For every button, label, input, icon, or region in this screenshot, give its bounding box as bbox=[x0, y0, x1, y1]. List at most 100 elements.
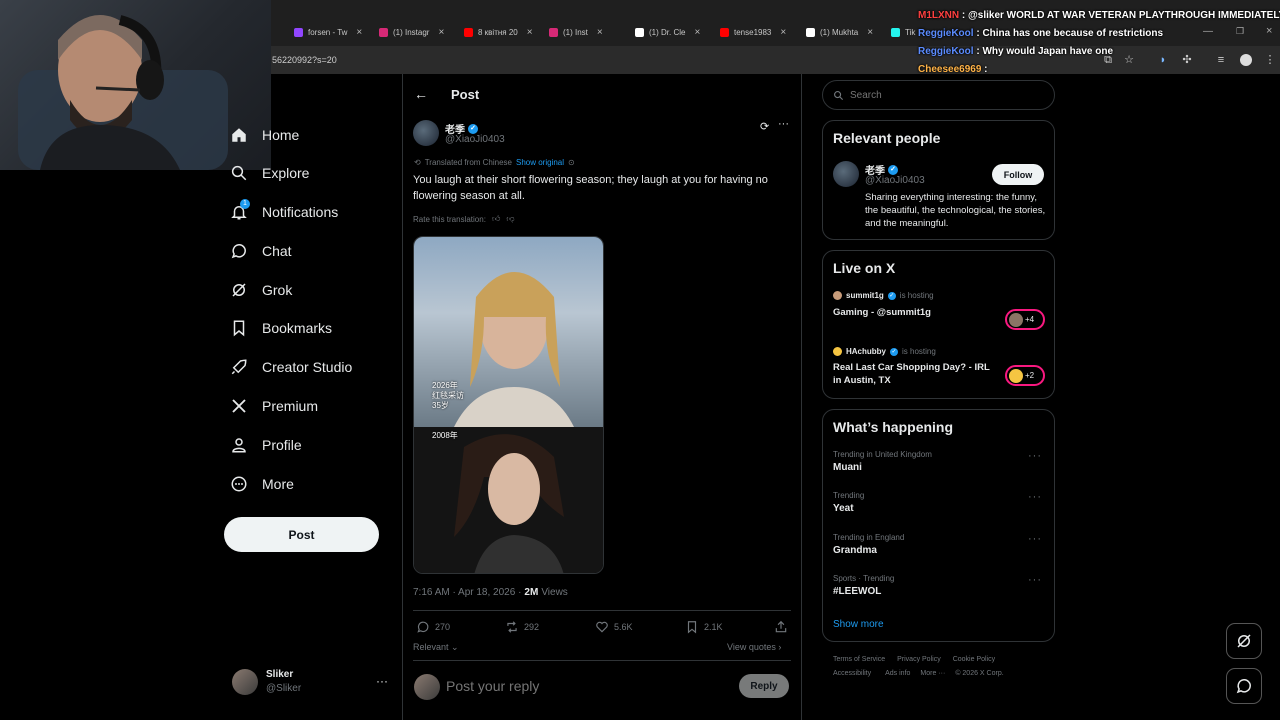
trend-item[interactable]: Trending in United Kingdom Muani bbox=[833, 450, 1043, 473]
post-timestamp[interactable]: 7:16 AM · Apr 18, 2026 · bbox=[413, 587, 521, 598]
person-icon bbox=[232, 438, 246, 453]
sidebar-item-home[interactable]: Home bbox=[230, 120, 299, 150]
show-original-link[interactable]: Show original bbox=[516, 158, 564, 167]
trend-more-icon[interactable]: ··· bbox=[1028, 574, 1042, 586]
sidebar-item-notifications[interactable]: 1 Notifications bbox=[230, 197, 338, 227]
view-quotes-link[interactable]: View quotes › bbox=[727, 642, 781, 652]
browser-tab[interactable]: Tik bbox=[891, 22, 921, 42]
chat-message: : Why would Japan have one bbox=[976, 46, 1114, 57]
window-restore-icon[interactable]: ❐ bbox=[1236, 26, 1244, 37]
extensions-puzzle-icon[interactable]: ✣ bbox=[1181, 54, 1193, 66]
footer-link[interactable]: Accessibility bbox=[833, 670, 871, 677]
bookmark-star-icon[interactable]: ☆ bbox=[1123, 54, 1135, 66]
browser-menu-icon[interactable]: ⋮ bbox=[1264, 54, 1276, 66]
trend-item[interactable]: Sports · Trending #LEEWOL bbox=[833, 574, 1043, 597]
show-more-link[interactable]: Show more bbox=[833, 619, 884, 630]
browser-tab[interactable]: (1) Dr. Cle × bbox=[635, 22, 707, 42]
grok-explain-icon[interactable]: ⟳ bbox=[760, 120, 769, 133]
url-text[interactable]: 56220992?s=20 bbox=[272, 55, 337, 65]
search-bar[interactable] bbox=[822, 80, 1055, 110]
sidebar-item-profile[interactable]: Profile bbox=[230, 430, 302, 460]
reply-action[interactable]: 270 bbox=[416, 620, 450, 634]
tab-close-icon[interactable]: × bbox=[597, 27, 603, 38]
divider bbox=[413, 660, 791, 661]
window-close-icon[interactable]: × bbox=[1266, 25, 1272, 37]
browser-tab[interactable]: (1) Inst × bbox=[549, 22, 621, 42]
footer-link[interactable]: Terms of Service bbox=[833, 656, 885, 663]
grok-fab[interactable] bbox=[1226, 623, 1262, 659]
search-input[interactable] bbox=[850, 89, 1030, 101]
trend-more-icon[interactable]: ··· bbox=[1028, 533, 1042, 545]
globe-icon: ⊙ bbox=[568, 158, 575, 167]
post-more-icon[interactable]: ··· bbox=[778, 118, 789, 130]
relevant-people-card: Relevant people 老季 ✓ @XiaoJi0403 Follow … bbox=[822, 120, 1055, 240]
extension-icon[interactable]: ◗ bbox=[1157, 54, 1169, 66]
grok-icon bbox=[232, 283, 246, 297]
translate-icon: ⟲ bbox=[414, 158, 421, 167]
sidebar-item-creator-studio[interactable]: Creator Studio bbox=[230, 352, 352, 382]
back-arrow-icon[interactable]: ← bbox=[414, 86, 428, 102]
tab-close-icon[interactable]: × bbox=[694, 27, 700, 38]
footer-link[interactable]: More ··· bbox=[920, 670, 945, 677]
copyright: © 2026 X Corp. bbox=[955, 670, 1004, 677]
trend-item[interactable]: Trending in England Grandma bbox=[833, 533, 1043, 556]
reply-input[interactable] bbox=[446, 676, 716, 696]
author-handle[interactable]: @XiaoJi0403 bbox=[445, 134, 505, 145]
post-media[interactable]: 2026年 红毯采访 35岁 2008年 bbox=[413, 236, 604, 574]
profile-avatar-icon[interactable] bbox=[1240, 54, 1252, 66]
sidebar-item-chat[interactable]: Chat bbox=[230, 236, 292, 266]
sidebar-item-bookmarks[interactable]: Bookmarks bbox=[230, 313, 332, 343]
media-frame-top: 2026年 红毯采访 35岁 bbox=[414, 237, 603, 427]
tab-close-icon[interactable]: × bbox=[780, 27, 786, 38]
tab-close-icon[interactable]: × bbox=[438, 27, 444, 38]
browser-tab[interactable]: (1) Mukhta × bbox=[806, 22, 878, 42]
trend-more-icon[interactable]: ··· bbox=[1028, 450, 1042, 462]
browser-tab[interactable]: forsen - Tw × bbox=[294, 22, 364, 42]
sidebar-item-premium[interactable]: Premium bbox=[230, 391, 318, 421]
trend-more-icon[interactable]: ··· bbox=[1028, 491, 1042, 503]
live-participants[interactable]: +2 bbox=[1005, 365, 1045, 386]
account-menu-icon[interactable]: ··· bbox=[376, 674, 388, 688]
post-button[interactable]: Post bbox=[224, 517, 379, 552]
views-label: Views bbox=[541, 587, 568, 598]
sidebar-item-grok[interactable]: Grok bbox=[230, 275, 292, 305]
verified-badge-icon: ✓ bbox=[887, 291, 896, 300]
reading-list-icon[interactable]: ≡ bbox=[1215, 54, 1227, 66]
live-on-x-card: Live on X summit1g ✓ is hosting Gaming -… bbox=[822, 250, 1055, 399]
x-logo-icon bbox=[232, 399, 246, 413]
tab-favicon-icon bbox=[379, 27, 388, 37]
author-avatar[interactable] bbox=[413, 120, 439, 146]
thumbs-down-icon[interactable]: 👎︎ bbox=[506, 214, 514, 224]
reply-sort-dropdown[interactable]: Relevant ⌄ bbox=[413, 642, 459, 653]
messages-fab[interactable] bbox=[1226, 668, 1262, 704]
follow-button[interactable]: Follow bbox=[992, 164, 1044, 185]
thumbs-up-icon[interactable]: 👍︎ bbox=[492, 214, 500, 224]
tab-close-icon[interactable]: × bbox=[867, 27, 873, 38]
footer-link[interactable]: Ads info bbox=[885, 670, 910, 677]
browser-tab[interactable]: 8 квітня 20 × bbox=[464, 22, 536, 42]
person-handle[interactable]: @XiaoJi0403 bbox=[865, 175, 925, 186]
sidebar-item-explore[interactable]: Explore bbox=[230, 158, 309, 188]
live-item[interactable]: HAchubby ✓ is hosting Real Last Car Shop… bbox=[833, 347, 1003, 391]
browser-tab[interactable]: tense1983 × bbox=[720, 22, 792, 42]
tab-close-icon[interactable]: × bbox=[356, 27, 362, 38]
tab-close-icon[interactable]: × bbox=[527, 27, 533, 38]
reply-button[interactable]: Reply bbox=[739, 674, 789, 698]
window-minimize-icon[interactable]: — bbox=[1203, 26, 1213, 37]
rate-translation: Rate this translation: 👍︎ 👎︎ bbox=[413, 214, 515, 224]
avatar[interactable] bbox=[232, 669, 258, 695]
like-action[interactable]: 5.6K bbox=[595, 620, 633, 634]
footer-link[interactable]: Privacy Policy bbox=[897, 656, 941, 663]
live-participants[interactable]: +4 bbox=[1005, 309, 1045, 330]
trend-item[interactable]: Trending Yeat bbox=[833, 491, 1043, 514]
person-avatar[interactable] bbox=[833, 161, 859, 187]
bell-icon-wrap: 1 bbox=[230, 199, 250, 221]
repost-action[interactable]: 292 bbox=[505, 620, 539, 634]
account-handle: @Sliker bbox=[266, 683, 302, 694]
share-action[interactable] bbox=[774, 620, 788, 639]
bookmark-action[interactable]: 2.1K bbox=[685, 620, 723, 634]
footer-link[interactable]: Cookie Policy bbox=[953, 656, 995, 663]
chat-line: ReggieKool : Why would Japan have one bbox=[918, 46, 1113, 57]
browser-tab[interactable]: (1) Instagr × bbox=[379, 22, 451, 42]
sidebar-item-more[interactable]: More bbox=[230, 469, 294, 499]
